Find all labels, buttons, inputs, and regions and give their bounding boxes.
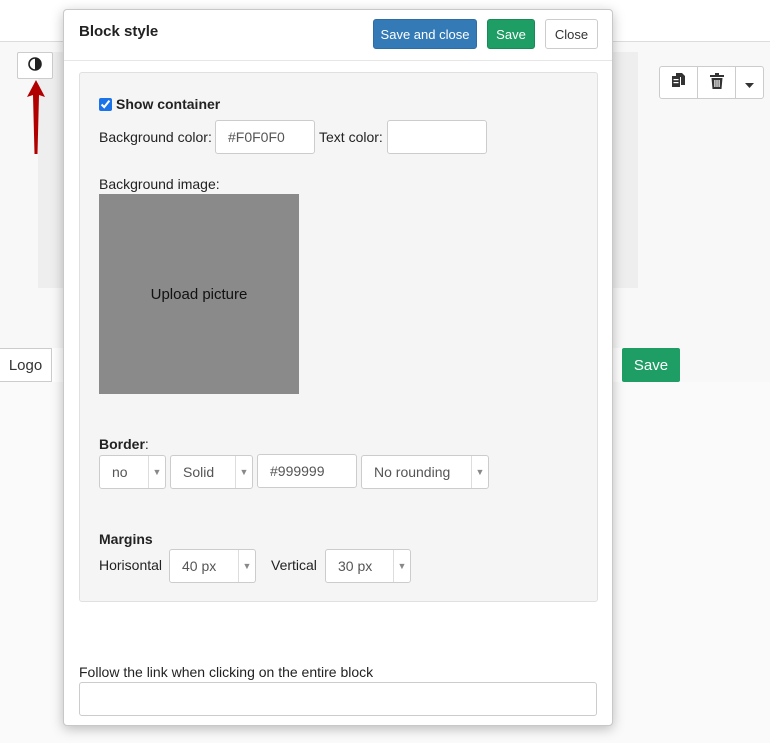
caret-down-icon [745,75,754,91]
copy-icon [671,73,686,92]
chevron-down-icon: ▼ [471,456,488,488]
border-rounding-value: No rounding [374,464,451,480]
block-link-input[interactable] [79,682,597,716]
vertical-margin-select[interactable]: 30 px ▼ [325,549,411,583]
margins-label: Margins [99,531,153,547]
block-style-button[interactable] [17,52,53,79]
dialog-title: Block style [79,23,159,40]
chevron-down-icon: ▼ [235,456,252,488]
border-width-select[interactable]: no ▼ [99,455,166,489]
chevron-down-icon: ▼ [148,456,165,488]
background-color-label: Background color: [99,129,212,145]
border-width-value: no [112,464,128,480]
save-and-close-button[interactable]: Save and close [373,19,477,49]
block-style-dialog: Block style Save and close Save Close Sh… [63,9,613,726]
background-color-input[interactable]: #F0F0F0 [215,120,315,154]
container-settings-panel: Show container Background color: #F0F0F0… [79,72,598,602]
chevron-down-icon: ▼ [238,550,255,582]
border-rounding-select[interactable]: No rounding ▼ [361,455,489,489]
header-divider [64,60,612,61]
border-style-select[interactable]: Solid ▼ [170,455,253,489]
vertical-margin-value: 30 px [338,558,373,574]
background-image-label: Background image: [99,176,220,192]
show-container-label: Show container [116,96,221,112]
horizontal-margin-label: Horisontal [99,557,163,573]
border-color-input[interactable]: #999999 [257,454,357,488]
upload-picture-button[interactable]: Upload picture [99,194,299,394]
close-button[interactable]: Close [545,19,598,49]
horizontal-margin-value: 40 px [182,558,217,574]
arrow-pointer-icon [26,80,46,159]
half-circle-icon [28,57,42,74]
delete-button[interactable] [698,67,736,98]
chevron-down-icon: ▼ [393,550,410,582]
copy-button[interactable] [660,67,698,98]
show-container-checkbox[interactable] [99,97,112,111]
block-link-label: Follow the link when clicking on the ent… [79,664,374,680]
vertical-margin-label: Vertical [271,557,317,573]
block-actions-group [659,66,764,99]
border-style-value: Solid [183,464,215,480]
text-color-label: Text color: [319,129,383,145]
logo-tab[interactable]: Logo [0,348,52,382]
save-button[interactable]: Save [487,19,535,49]
border-label: Border: [99,436,149,452]
horizontal-margin-select[interactable]: 40 px ▼ [169,549,256,583]
upload-picture-label: Upload picture [150,285,248,303]
trash-icon [709,73,724,92]
more-options-button[interactable] [736,67,763,98]
page-save-button[interactable]: Save [622,348,680,382]
show-container-row[interactable]: Show container [99,96,220,112]
text-color-input[interactable] [387,120,487,154]
